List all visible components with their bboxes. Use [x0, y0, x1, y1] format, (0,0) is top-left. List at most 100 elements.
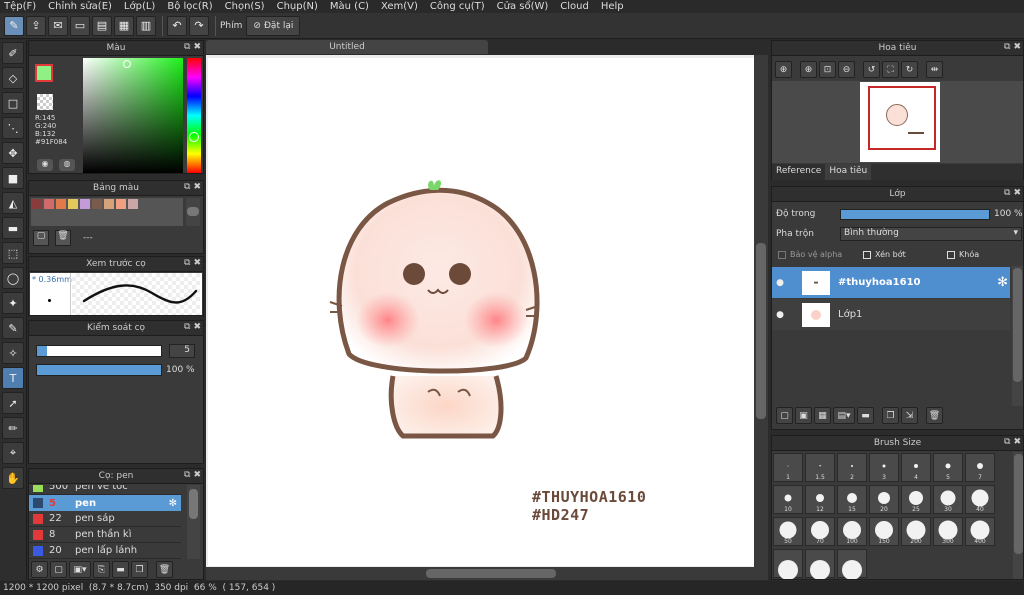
document-tab[interactable]: Untitled: [206, 40, 488, 54]
visibility-icon[interactable]: ●: [772, 278, 788, 288]
brush-size-cell[interactable]: 400: [965, 517, 995, 546]
text-tool-icon[interactable]: T: [2, 367, 24, 389]
new-raster-layer-icon[interactable]: ▣: [795, 407, 812, 424]
brush-list-item[interactable]: 22 pen sáp: [29, 511, 181, 527]
divide-tool-icon[interactable]: ✏: [2, 417, 24, 439]
fill-rect-tool-icon[interactable]: ■: [2, 167, 24, 189]
add-brush-icon[interactable]: ▣▾: [69, 561, 91, 578]
new-layer-icon[interactable]: ▢: [776, 407, 793, 424]
brush-size-slider[interactable]: [36, 345, 162, 357]
rotate-right-icon[interactable]: ↻: [901, 61, 918, 78]
dot-tool-icon[interactable]: ⋱: [2, 117, 24, 139]
current-color-swatch[interactable]: [35, 64, 53, 82]
brush-opacity-slider[interactable]: [36, 364, 162, 376]
comment-icon[interactable]: ✉: [48, 15, 68, 36]
fit-screen-icon[interactable]: ⛶: [882, 61, 899, 78]
close-icon[interactable]: ✖: [193, 322, 201, 332]
grid-icon[interactable]: ▦: [114, 15, 134, 36]
close-icon[interactable]: ✖: [1013, 437, 1021, 447]
lasso-tool-icon[interactable]: ◯: [2, 267, 24, 289]
bucket-tool-icon[interactable]: ◭: [2, 192, 24, 214]
redo-icon[interactable]: ↷: [189, 15, 209, 36]
menu-item[interactable]: Cửa sổ(W): [497, 1, 549, 12]
delete-layer-icon[interactable]: 🗑: [926, 407, 943, 424]
eraser-tool-icon[interactable]: ◇: [2, 67, 24, 89]
palette-swatch[interactable]: [68, 199, 78, 209]
duplicate-layer-icon[interactable]: ❐: [882, 407, 899, 424]
menu-item[interactable]: Help: [601, 1, 624, 12]
brush-gear-icon[interactable]: ✻: [169, 498, 177, 509]
blend-mode-select[interactable]: Bình thường ▾: [840, 227, 1022, 241]
drawing-canvas[interactable]: #THUYHOA1610 #HD247: [208, 58, 754, 566]
popout-icon[interactable]: ⧉: [184, 42, 190, 52]
brush-size-cell[interactable]: 1.5: [805, 453, 835, 482]
layer-row[interactable]: ● Lớp1: [772, 299, 1010, 330]
tab-navigator[interactable]: Hoa tiêu: [825, 164, 872, 180]
saturation-value-square[interactable]: [83, 58, 183, 173]
menu-item[interactable]: Tệp(F): [4, 1, 36, 12]
brush-size-cell[interactable]: 150: [869, 517, 899, 546]
menu-item[interactable]: Màu (C): [330, 1, 369, 12]
brush-size-cell[interactable]: 4: [901, 453, 931, 482]
menu-item[interactable]: Công cụ(T): [430, 1, 485, 12]
layer-opacity-slider[interactable]: [840, 209, 990, 220]
brush-size-cell[interactable]: 7: [965, 453, 995, 482]
lock-checkbox[interactable]: Khóa: [947, 250, 979, 259]
duplicate-icon[interactable]: ❐: [131, 561, 148, 578]
brush-size-cell[interactable]: 25: [901, 485, 931, 514]
menu-item[interactable]: Chọn(S): [225, 1, 265, 12]
popout-icon[interactable]: ⧉: [1004, 42, 1010, 52]
new-halftone-layer-icon[interactable]: ▦: [814, 407, 831, 424]
brush-size-cell[interactable]: 70: [805, 517, 835, 546]
palette-swatch[interactable]: [128, 199, 138, 209]
delete-brush-icon[interactable]: 🗑: [156, 561, 173, 578]
popout-icon[interactable]: ⧉: [184, 322, 190, 332]
brush-list-scrollbar[interactable]: [187, 485, 200, 559]
brush-list-item[interactable]: 500 pen vẽ tóc: [29, 485, 181, 495]
select-rect-tool-icon[interactable]: ⬚: [2, 242, 24, 264]
transparent-swatch[interactable]: [37, 94, 53, 110]
canvas-viewport[interactable]: #THUYHOA1610 #HD247: [206, 55, 768, 580]
magic-wand-tool-icon[interactable]: ✦: [2, 292, 24, 314]
rotate-left-icon[interactable]: ↺: [863, 61, 880, 78]
select-eraser-tool-icon[interactable]: ✧: [2, 342, 24, 364]
brush-size-cell[interactable]: 30: [933, 485, 963, 514]
shape-tool-icon[interactable]: □: [2, 92, 24, 114]
brush-size-cell[interactable]: 2: [837, 453, 867, 482]
undo-icon[interactable]: ↶: [167, 15, 187, 36]
tab-reference[interactable]: Reference: [772, 164, 825, 180]
zoom-out-icon[interactable]: ⊖: [838, 61, 855, 78]
brush-size-cell[interactable]: 15: [837, 485, 867, 514]
popout-icon[interactable]: ⧉: [184, 182, 190, 192]
close-icon[interactable]: ✖: [193, 470, 201, 480]
layer-settings-icon[interactable]: ✻: [997, 275, 1008, 290]
close-icon[interactable]: ✖: [193, 182, 201, 192]
merge-layer-icon[interactable]: ⇲: [901, 407, 918, 424]
menu-item[interactable]: Bộ lọc(R): [167, 1, 212, 12]
protect-alpha-checkbox[interactable]: Bảo vệ alpha: [778, 250, 842, 259]
layout-icon[interactable]: ▥: [136, 15, 156, 36]
window-icon[interactable]: ▭: [70, 15, 90, 36]
popout-icon[interactable]: ⧉: [184, 258, 190, 268]
operation-tool-icon[interactable]: ➚: [2, 392, 24, 414]
brush-size-cell[interactable]: 1: [773, 453, 803, 482]
palette-scrollbar[interactable]: [186, 198, 200, 226]
brush-size-cell[interactable]: [837, 549, 867, 579]
add-layer-menu-icon[interactable]: ▤▾: [833, 407, 855, 424]
navigator-area[interactable]: [772, 81, 1023, 163]
color-mode-icon[interactable]: ◉: [37, 159, 53, 171]
menu-item[interactable]: Chỉnh sửa(E): [48, 1, 112, 12]
canvas-vertical-scrollbar[interactable]: [754, 55, 768, 567]
brush-size-cell[interactable]: [773, 549, 803, 579]
brush-size-cell[interactable]: [805, 549, 835, 579]
brush-list-item[interactable]: 5 pen ✻: [29, 495, 181, 511]
add-palette-icon[interactable]: ▢: [33, 230, 49, 246]
zoom-actual-icon[interactable]: ⊡: [819, 61, 836, 78]
select-pen-tool-icon[interactable]: ✎: [2, 317, 24, 339]
zoom-fit-icon[interactable]: ⊕: [775, 61, 792, 78]
flip-icon[interactable]: ⇹: [926, 61, 943, 78]
clipping-checkbox[interactable]: Xén bớt: [863, 250, 906, 259]
zoom-in-icon[interactable]: ⊕: [800, 61, 817, 78]
popout-icon[interactable]: ⧉: [1004, 437, 1010, 447]
palette-swatch[interactable]: [116, 199, 126, 209]
